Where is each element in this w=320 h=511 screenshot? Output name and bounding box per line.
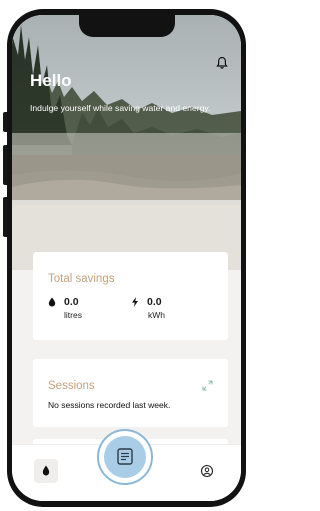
bell-icon[interactable] <box>215 56 229 70</box>
greeting-subtitle: Indulge yourself while saving water and … <box>30 103 211 113</box>
sessions-empty-message: No sessions recorded last week. <box>48 400 171 410</box>
expand-icon[interactable] <box>202 380 213 391</box>
water-savings-value: 0.0 <box>64 296 79 308</box>
total-savings-title: Total savings <box>48 273 115 285</box>
energy-savings-unit: kWh <box>148 310 165 320</box>
lightning-bolt-icon <box>132 297 138 307</box>
greeting-title: Hello <box>30 71 72 90</box>
water-drop-icon <box>48 297 56 307</box>
water-drop-icon <box>42 465 50 476</box>
stage: Hello Indulge yourself while saving wate… <box>0 0 250 511</box>
hero-image <box>12 15 241 270</box>
phone-notch <box>78 15 175 37</box>
fab-inner <box>104 436 146 478</box>
user-profile-icon[interactable] <box>195 459 219 483</box>
water-savings-unit: litres <box>64 310 82 320</box>
document-list-icon <box>117 448 133 465</box>
sessions-title: Sessions <box>48 380 95 392</box>
energy-savings-value: 0.0 <box>147 296 162 308</box>
nav-water-button[interactable] <box>34 459 58 483</box>
sessions-card[interactable]: Sessions No sessions recorded last week. <box>33 359 228 427</box>
sessions-fab-button[interactable] <box>97 429 153 485</box>
total-savings-card[interactable]: Total savings 0.0 litres 0.0 kWh <box>33 252 228 340</box>
